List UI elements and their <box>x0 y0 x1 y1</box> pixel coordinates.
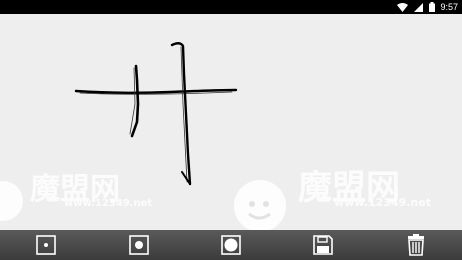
small-brush-button[interactable] <box>34 233 58 257</box>
save-button[interactable] <box>311 233 335 257</box>
save-icon <box>313 235 334 255</box>
handwritten-strokes <box>74 42 238 186</box>
trash-icon <box>407 234 424 256</box>
status-bar: 9:57 <box>0 0 462 14</box>
clock-time: 9:57 <box>440 2 458 12</box>
battery-icon <box>429 2 436 12</box>
small-brush-icon <box>36 235 56 255</box>
drawing-canvas[interactable]: 魔盟网 www.12349.net 魔盟网 www.12349.net <box>0 14 462 230</box>
medium-brush-icon <box>128 235 149 255</box>
clear-button[interactable] <box>404 233 428 257</box>
large-brush-button[interactable] <box>219 233 243 257</box>
large-brush-icon <box>221 235 241 255</box>
wifi-icon <box>397 2 409 12</box>
toolbar <box>0 230 462 260</box>
signal-icon <box>414 2 424 12</box>
medium-brush-button[interactable] <box>127 233 151 257</box>
